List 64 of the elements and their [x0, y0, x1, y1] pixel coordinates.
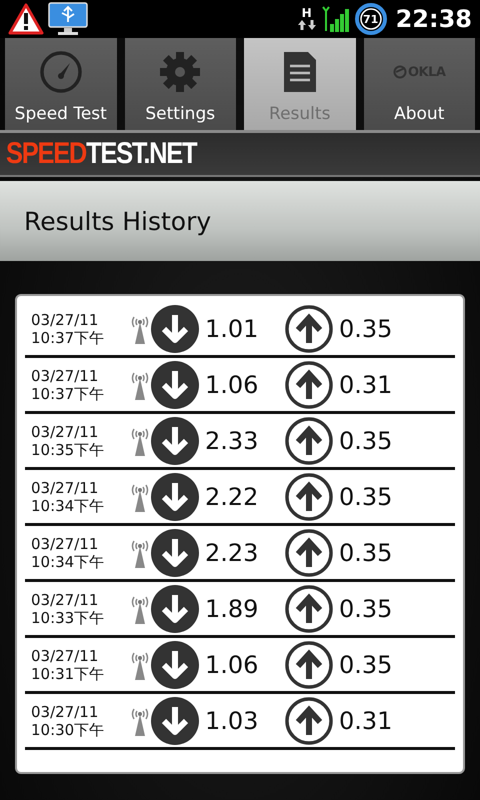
result-time: 10:35下午 — [31, 440, 106, 458]
download-icon — [151, 416, 199, 464]
brand-logo: SPEEDTEST.NET — [6, 137, 196, 171]
result-time: 10:34下午 — [31, 552, 106, 570]
download-icon — [151, 696, 199, 744]
upload-icon — [285, 472, 333, 520]
battery-level: 71 — [362, 12, 378, 26]
network-type: H — [302, 7, 312, 19]
warning-icon — [8, 3, 44, 35]
download-speed: 2.22 — [204, 482, 260, 510]
upload-icon — [285, 528, 333, 576]
logo-icon — [393, 65, 407, 79]
result-date: 03/27/11 — [31, 590, 100, 608]
upload-icon — [285, 304, 333, 352]
clock: 22:38 — [396, 5, 472, 33]
result-date: 03/27/11 — [31, 422, 100, 440]
download-icon — [151, 640, 199, 688]
result-date: 03/27/11 — [31, 366, 100, 384]
tab[interactable]: Settings — [124, 38, 236, 130]
result-time: 10:31下午 — [31, 664, 106, 682]
upload-icon — [285, 696, 333, 744]
upload-speed: 0.35 — [338, 426, 394, 454]
download-speed: 1.01 — [204, 314, 260, 342]
upload-speed: 0.31 — [338, 706, 394, 734]
upload-icon — [285, 360, 333, 408]
result-date: 03/27/11 — [31, 646, 100, 664]
download-speed: 1.89 — [204, 594, 260, 622]
result-time: 10:34下午 — [31, 496, 106, 514]
upload-icon — [285, 416, 333, 464]
download-speed: 1.06 — [204, 370, 260, 398]
result-date: 03/27/11 — [31, 310, 100, 328]
battery-ring-icon — [354, 2, 388, 36]
download-icon — [151, 584, 199, 632]
result-time: 10:30下午 — [31, 720, 106, 738]
download-icon — [151, 304, 199, 352]
upload-icon — [285, 584, 333, 632]
upload-icon — [285, 640, 333, 688]
upload-speed: 0.31 — [338, 370, 394, 398]
download-speed: 2.23 — [204, 538, 260, 566]
result-date: 03/27/11 — [31, 702, 100, 720]
header-title: Results History — [24, 206, 212, 236]
upload-speed: 0.35 — [338, 482, 394, 510]
download-speed: 2.33 — [204, 426, 260, 454]
upload-speed: 0.35 — [338, 594, 394, 622]
settings-icon — [158, 50, 202, 94]
upload-speed: 0.35 — [338, 314, 394, 342]
signal-icon — [322, 6, 350, 32]
download-icon — [151, 472, 199, 520]
monitor-icon — [48, 2, 88, 36]
result-time: 10:33下午 — [31, 608, 106, 626]
download-speed: 1.03 — [204, 706, 260, 734]
document-icon — [282, 50, 318, 94]
download-icon — [151, 528, 199, 576]
download-speed: 1.06 — [204, 650, 260, 678]
result-date: 03/27/11 — [31, 478, 100, 496]
upload-speed: 0.35 — [338, 650, 394, 678]
upload-speed: 0.35 — [338, 538, 394, 566]
data-arrows-icon — [296, 19, 317, 31]
tab[interactable]: Speed Test — [5, 38, 116, 130]
gauge-icon — [38, 50, 83, 94]
result-date: 03/27/11 — [31, 534, 100, 552]
download-icon — [151, 360, 199, 408]
result-time: 10:37下午 — [31, 328, 106, 346]
result-time: 10:37下午 — [31, 384, 106, 402]
